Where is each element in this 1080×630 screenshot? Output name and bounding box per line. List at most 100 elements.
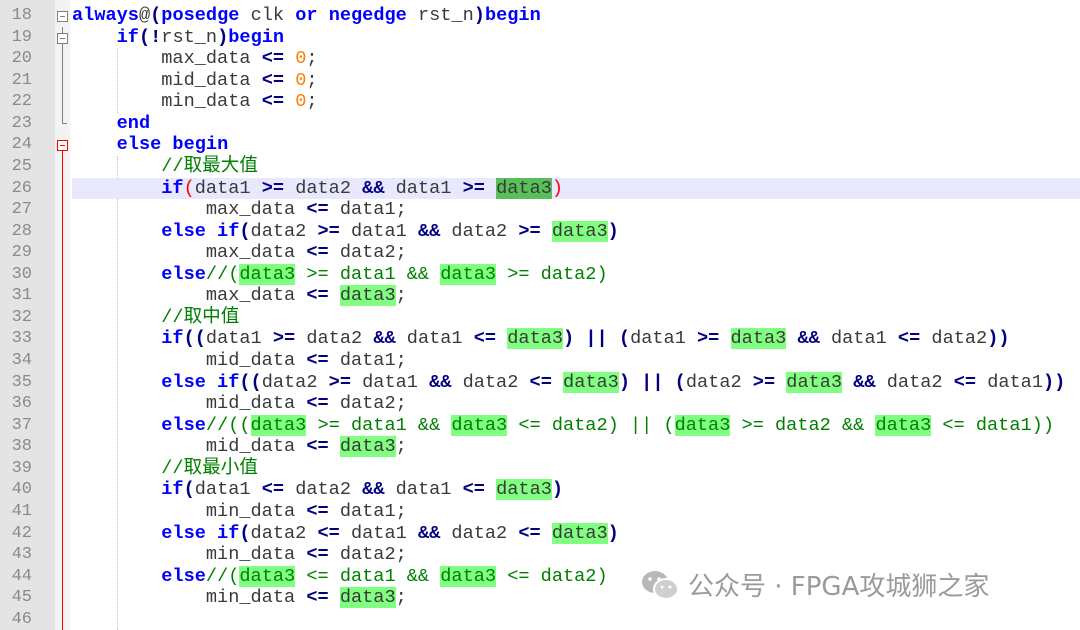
code-token: >= [462,177,485,199]
comment: <= data1 && [295,565,441,587]
code-token: data2 [451,371,530,393]
code-editor[interactable]: 18 always@(posedge clk or negedge rst_n)b… [0,5,1080,630]
code-token: ; [395,587,407,609]
code-line[interactable]: 24 else begin [0,134,1080,156]
code-token: (! [138,26,162,48]
keyword: else [161,565,206,587]
code-token: data2 [685,371,753,393]
comment: //( [205,263,240,285]
code-text: if((data1 >= data2 && data1 <= data3) ||… [72,328,1080,350]
comment: >= data2 && [730,414,876,436]
code-token: || [585,328,608,350]
code-line[interactable]: 21 mid_data <= 0; [0,70,1080,92]
code-line[interactable]: 37 else//((data3 >= data1 && data3 <= da… [0,414,1080,437]
code-line[interactable]: 25 //取最大值 [0,156,1080,178]
code-token: mid_data [72,393,307,415]
code-token: (( [239,371,262,393]
fold-toggle-icon[interactable] [57,11,68,22]
code-text: mid_data <= 0; [72,70,1080,92]
code-token: ) [551,177,564,199]
code-token: data2 [284,177,363,199]
keyword: if [161,328,184,350]
fold-toggle-icon[interactable] [57,140,68,152]
code-token: data1 [339,220,418,242]
code-line[interactable]: 29 max_data <= data2; [0,242,1080,264]
code-line[interactable]: 30 else//(data3 >= data1 && data3 >= dat… [0,263,1080,286]
line-number: 33 [11,329,32,349]
line-number: 39 [11,458,32,478]
comment: data3 [250,414,307,436]
code-token: min_data [72,91,262,113]
code-line[interactable]: 31 max_data <= data3; [0,285,1080,307]
code-line[interactable]: 39 //取最小值 [0,458,1080,480]
code-line[interactable]: 22 min_data <= 0; [0,91,1080,113]
code-token: data1 [384,177,463,199]
line-number: 35 [11,372,32,392]
code-line[interactable]: 20 max_data <= 0; [0,48,1080,70]
code-line[interactable]: 41 min_data <= data1; [0,501,1080,523]
code-token: || [641,371,664,393]
code-token: data1 [194,177,262,199]
line-number: 25 [11,156,32,176]
code-line[interactable]: 40 if(data1 <= data2 && data1 <= data3) [0,479,1080,501]
comment: //(( [205,414,251,436]
code-token: ( [618,328,631,350]
keyword: else if [161,371,240,393]
code-token: ( [150,5,162,26]
comment: data3 [875,414,932,436]
code-token: data3 [551,522,608,544]
code-line[interactable]: 35 else if((data2 >= data1 && data2 <= d… [0,371,1080,394]
code-token: ) [217,26,229,48]
code-token: data1 [194,479,262,501]
code-line[interactable]: 34 mid_data <= data1; [0,350,1080,372]
code-token: data1 [384,479,463,501]
code-line[interactable]: 38 mid_data <= data3; [0,436,1080,458]
code-token: rst_n [161,26,218,48]
watermark: 公众号 · FPGA攻城狮之家 [640,566,989,603]
number: 0 [295,48,307,70]
code-token: min_data [72,544,307,566]
code-line[interactable]: 28 else if(data2 >= data1 && data2 >= da… [0,220,1080,243]
code-line[interactable]: 19 if(!rst_n)begin [0,27,1080,49]
code-token: <= [261,479,285,501]
comment: >= data1 && [306,414,452,436]
code-token: ( [239,220,251,242]
code-line[interactable]: 18 always@(posedge clk or negedge rst_n)b… [0,5,1080,27]
code-line[interactable]: 42 else if(data2 <= data1 && data2 <= da… [0,522,1080,545]
code-token: <= [306,436,329,458]
code-text: max_data <= data2; [72,242,1080,264]
code-text: mid_data <= data3; [72,436,1080,458]
code-line[interactable]: 36 mid_data <= data2; [0,393,1080,415]
code-line[interactable]: 46 [0,609,1080,630]
line-number: 24 [11,135,32,155]
code-line[interactable]: 32 //取中值 [0,307,1080,329]
line-number: 32 [11,307,32,327]
code-line[interactable]: 23 end [0,113,1080,135]
line-number: 45 [11,588,32,608]
line-number: 18 [11,6,32,25]
code-token: <= [953,371,977,393]
code-line[interactable]: 26 if(data1 >= data2 && data1 >= data3) [0,177,1080,200]
code-token: <= [462,479,485,501]
code-line[interactable]: 27 max_data <= data1; [0,199,1080,221]
code-token: data2 [920,328,988,350]
code-token: && [362,177,385,199]
fold-toggle-icon[interactable] [57,32,68,44]
line-number: 19 [11,27,32,47]
line-number: 21 [11,70,32,90]
code-token: && [417,522,441,544]
code-token: ( [674,371,686,393]
code-line[interactable]: 33 if((data1 >= data2 && data1 <= data3)… [0,328,1080,350]
code-line[interactable]: 43 min_data <= data2; [0,544,1080,566]
keyword: or [295,5,318,26]
